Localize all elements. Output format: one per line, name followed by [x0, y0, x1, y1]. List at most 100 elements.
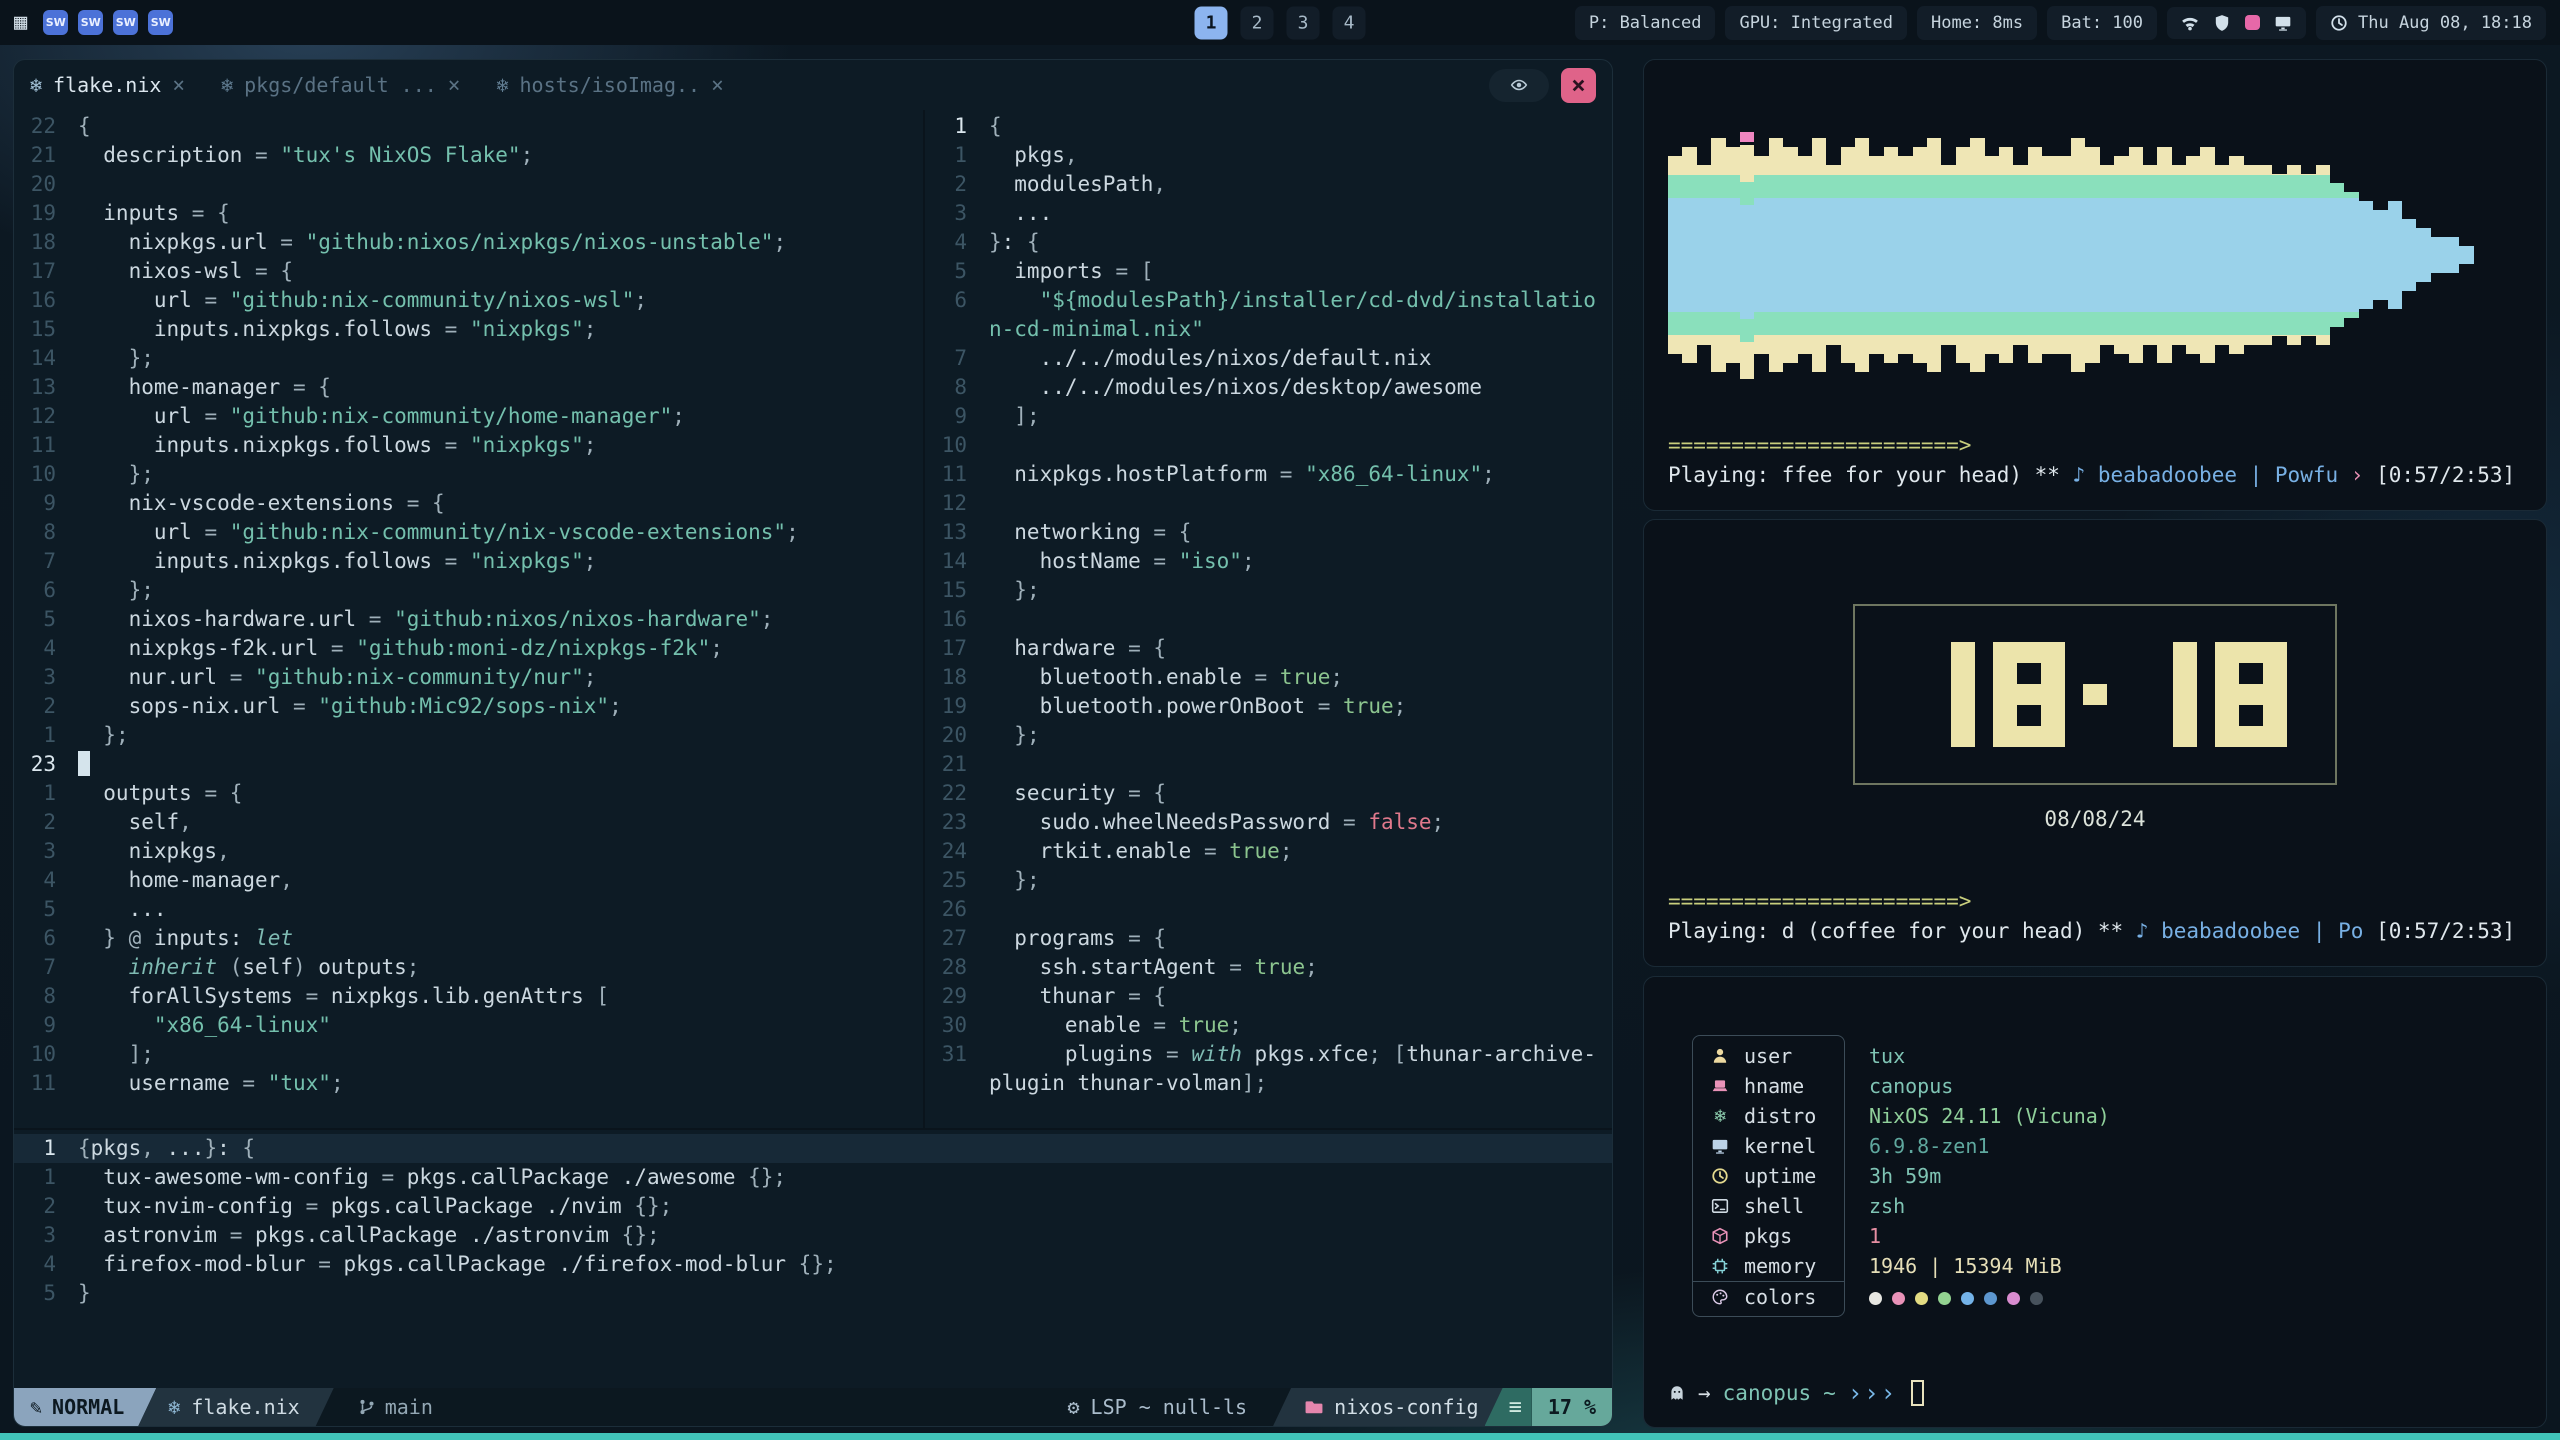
tag-list: 1 2 3 4: [1195, 6, 1366, 39]
snowflake-icon: ❄: [1709, 1105, 1731, 1127]
visualizer-bar: [2459, 246, 2473, 264]
code-line: 17 nixos-wsl = {: [14, 257, 923, 286]
code-line: 7 ../../modules/nixos/default.nix: [925, 344, 1612, 373]
fetch-row-pkgs: pkgs: [1693, 1221, 1844, 1251]
tag-4[interactable]: 4: [1333, 6, 1366, 39]
code-line: 5 nixos-hardware.url = "github:nixos/nix…: [14, 605, 923, 634]
code-line: 9 nix-vscode-extensions = {: [14, 489, 923, 518]
workspace-chip[interactable]: SW: [148, 10, 173, 35]
branch-icon: [358, 1398, 376, 1416]
code-line: 1{: [925, 112, 1612, 141]
code-line: 5 ...: [14, 895, 923, 924]
visualizer-bar: [1682, 147, 1696, 363]
code-line: 9 "x86_64-linux": [14, 1011, 923, 1040]
code-line: 21 description = "tux's NixOS Flake";: [14, 141, 923, 170]
visualizer-bar: [1956, 147, 1970, 363]
tab-hosts-isoimag-[interactable]: ❄hosts/isoImag..×: [496, 73, 723, 97]
editor-cursor: [78, 751, 90, 776]
fetch-row-hname: hname: [1693, 1071, 1844, 1101]
progress-separator: =======================>: [1668, 886, 2522, 916]
workspace-chip[interactable]: SW: [78, 10, 103, 35]
visualizer-bar: [2402, 219, 2416, 291]
visualizer-bar: [1740, 132, 1754, 379]
visualizer-bar: [1898, 156, 1912, 354]
palette-dot: [1961, 1292, 1974, 1305]
workspace-chip[interactable]: SW: [113, 10, 138, 35]
clock-digit: [1993, 642, 2065, 747]
shield-icon[interactable]: [2213, 14, 2231, 32]
fetch-row-kernel: kernel: [1693, 1131, 1844, 1161]
code-line: 1 };: [14, 721, 923, 750]
gear-icon: ⚙: [1067, 1395, 1079, 1419]
code-line: 4}: {: [925, 228, 1612, 257]
window-close-button[interactable]: ×: [1561, 68, 1596, 103]
code-line: 6 "${modulesPath}/installer/cd-dvd/insta…: [925, 286, 1612, 315]
visualizer-bar: [2388, 201, 2402, 309]
progress-separator: =======================>: [1668, 430, 2522, 460]
pane-pkgs-default[interactable]: 1{pkgs, ...}: {1 tux-awesome-wm-config =…: [14, 1128, 1612, 1388]
tag-1[interactable]: 1: [1195, 6, 1228, 39]
visualizer-bar: [2186, 156, 2200, 354]
nix-file-icon: ❄: [30, 73, 42, 97]
code-line: 31 plugins = with pkgs.xfce; [thunar-arc…: [925, 1040, 1612, 1069]
tab-close-icon[interactable]: ×: [172, 73, 185, 97]
display-icon[interactable]: [2274, 14, 2292, 32]
top-bar: ▦ SW SW SW SW 1 2 3 4 P: Balanced GPU: I…: [0, 0, 2560, 45]
code-line: 1 outputs = {: [14, 779, 923, 808]
code-line: 23: [14, 750, 923, 779]
now-playing: Playing: d (coffee for your head) ** ♪ b…: [1668, 916, 2522, 946]
code-line: 1 tux-awesome-wm-config = pkgs.callPacka…: [14, 1163, 1612, 1192]
visualizer-bar: [1726, 147, 1740, 363]
visualizer-bar: [2143, 165, 2157, 345]
clock-icon: [1709, 1167, 1731, 1185]
statusline: ✎ NORMAL ❄ flake.nix main ⚙ LSP ~ null-l…: [14, 1388, 1612, 1426]
tab-pkgs-default-[interactable]: ❄pkgs/default ...×: [221, 73, 460, 97]
toggle-button[interactable]: [1489, 69, 1549, 102]
visualizer-bar: [1999, 147, 2013, 363]
code-line: 23 sudo.wheelNeedsPassword = false;: [925, 808, 1612, 837]
battery-chip: Bat: 100: [2047, 6, 2157, 40]
tab-flake-nix[interactable]: ❄flake.nix×: [30, 73, 185, 97]
visualizer-bar: [2359, 201, 2373, 309]
visualizer-bar: [2316, 165, 2330, 345]
visualizer-bar: [1711, 138, 1725, 372]
code-line: 21: [925, 750, 1612, 779]
app-grid-icon[interactable]: ▦: [14, 10, 27, 35]
pane-flake-nix[interactable]: 22{21 description = "tux's NixOS Flake";…: [14, 110, 925, 1128]
prompt-chevrons: ›››: [1848, 1379, 1897, 1407]
gpu-chip: GPU: Integrated: [1725, 6, 1907, 40]
visualizer-bar: [2344, 192, 2358, 318]
pane-iso-image[interactable]: 1{1 pkgs,2 modulesPath,3 ...4}: {5 impor…: [925, 110, 1612, 1128]
fetch-value-pkgs: 1: [1869, 1221, 2110, 1251]
tab-close-icon[interactable]: ×: [448, 73, 461, 97]
nix-file-icon: ❄: [496, 73, 508, 97]
palette-icon: [1709, 1288, 1731, 1306]
code-line: 19 inputs = {: [14, 199, 923, 228]
code-line: 13 home-manager = {: [14, 373, 923, 402]
visualizer-bar: [1798, 156, 1812, 354]
visualizer-bar: [2287, 165, 2301, 345]
laptop-icon: [1709, 1077, 1731, 1095]
code-line: 8 ../../modules/nixos/desktop/awesome: [925, 373, 1612, 402]
nix-file-icon: ❄: [221, 73, 233, 97]
code-line: 24 rtkit.enable = true;: [925, 837, 1612, 866]
shell-prompt[interactable]: → canopus ~ ›››: [1668, 1379, 2522, 1407]
visualizer-bar: [2071, 138, 2085, 372]
palette-dot: [1938, 1292, 1951, 1305]
code-line: 4 nixpkgs-f2k.url = "github:moni-dz/nixp…: [14, 634, 923, 663]
visualizer-bar: [1812, 138, 1826, 372]
visualizer-bar: [2416, 228, 2430, 282]
code-line: 2 modulesPath,: [925, 170, 1612, 199]
wifi-icon[interactable]: [2181, 14, 2199, 32]
fetch-row-memory: memory: [1693, 1251, 1844, 1281]
fetch-row-uptime: uptime: [1693, 1161, 1844, 1191]
visualizer-bar: [2272, 174, 2286, 336]
statusline-right: ⚙ LSP ~ null-ls nixos-config ≡ 17 %: [1041, 1388, 1612, 1426]
tag-3[interactable]: 3: [1287, 6, 1320, 39]
workspace-chip[interactable]: SW: [43, 10, 68, 35]
tag-2[interactable]: 2: [1241, 6, 1274, 39]
status-area: P: Balanced GPU: Integrated Home: 8ms Ba…: [1575, 6, 2546, 40]
color-swatch-icon[interactable]: [2245, 15, 2260, 30]
git-branch: main: [334, 1388, 457, 1426]
tab-close-icon[interactable]: ×: [711, 73, 724, 97]
